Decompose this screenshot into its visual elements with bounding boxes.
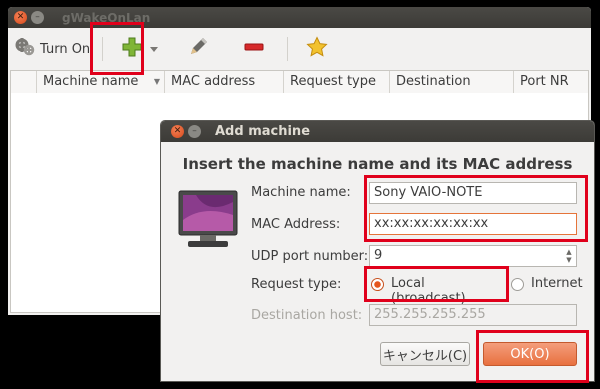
add-machine-button[interactable] [117, 34, 147, 64]
remove-icon [243, 36, 265, 62]
machine-name-label: Machine name: [251, 185, 351, 200]
request-type-label: Request type: [251, 277, 342, 292]
close-window-button[interactable]: ✕ [14, 11, 27, 24]
column-blank[interactable] [11, 71, 37, 93]
radio-internet[interactable]: Internet [511, 275, 591, 295]
column-mac-address-label: MAC address [171, 74, 256, 89]
udp-port-value: 9 [374, 248, 383, 263]
sort-arrow-icon: ▼ [153, 77, 160, 86]
toolbar-separator [287, 37, 289, 61]
favorite-button[interactable] [302, 34, 332, 64]
radio-internet-label: Internet [531, 276, 583, 291]
add-menu-dropdown[interactable] [147, 34, 161, 64]
machine-name-input[interactable]: Sony VAIO-NOTE [369, 182, 577, 204]
radio-local-broadcast[interactable]: Local (broadcast) [371, 275, 501, 306]
computer-monitor-icon [178, 190, 238, 256]
turn-on-button[interactable]: Turn On [10, 34, 94, 64]
radio-local-indicator [371, 278, 384, 291]
edit-machine-button[interactable] [183, 34, 213, 64]
destination-host-input: 255.255.255.255 [369, 304, 577, 326]
radio-internet-indicator [511, 278, 524, 291]
dialog-minimize-button[interactable]: – [188, 125, 201, 138]
mac-address-input[interactable]: xx:xx:xx:xx:xx:xx [369, 213, 577, 235]
favorite-star-icon [306, 36, 328, 62]
toolbar-separator [102, 37, 104, 61]
ok-button[interactable]: OK(O) [483, 342, 577, 366]
remove-machine-button[interactable] [239, 34, 269, 64]
column-port-nr[interactable]: Port NR [514, 71, 588, 93]
column-destination[interactable]: Destination [390, 71, 514, 93]
column-request-type[interactable]: Request type [284, 71, 390, 93]
add-icon [121, 36, 143, 62]
toolbar: Turn On [8, 28, 591, 70]
destination-host-label: Destination host: [251, 308, 363, 323]
spinner-arrows-icon[interactable]: ▲ ▼ [562, 246, 576, 266]
udp-port-spinner[interactable]: 9 ▲ ▼ [369, 245, 577, 267]
machine-list-header: Machine name ▼ MAC address Request type … [10, 70, 589, 94]
minimize-window-button[interactable]: – [31, 11, 44, 24]
column-machine-name-label: Machine name [43, 74, 139, 89]
dropdown-arrow-icon [149, 42, 159, 57]
cancel-button[interactable]: キャンセル(C) [380, 342, 470, 366]
column-destination-label: Destination [396, 74, 471, 89]
dialog-close-button[interactable]: ✕ [171, 125, 184, 138]
add-machine-dialog: ✕ – Add machine Insert the machine name … [161, 121, 594, 381]
column-machine-name[interactable]: Machine name ▼ [37, 71, 165, 93]
radio-local-label: Local (broadcast) [391, 276, 466, 306]
mac-address-label: MAC Address: [251, 217, 341, 232]
dialog-title: Add machine [215, 124, 311, 139]
udp-port-label: UDP port number: [251, 249, 369, 264]
column-port-nr-label: Port NR [520, 74, 569, 89]
main-titlebar: ✕ – gWakeOnLan [8, 7, 591, 28]
dialog-heading: Insert the machine name and its MAC addr… [182, 155, 573, 173]
column-request-type-label: Request type [290, 74, 376, 89]
window-title: gWakeOnLan [62, 10, 151, 25]
column-mac-address[interactable]: MAC address [165, 71, 284, 93]
dialog-titlebar: ✕ – Add machine [161, 121, 594, 142]
edit-pencil-icon [187, 36, 209, 62]
power-machine-icon [14, 36, 36, 62]
turn-on-label: Turn On [40, 41, 91, 57]
